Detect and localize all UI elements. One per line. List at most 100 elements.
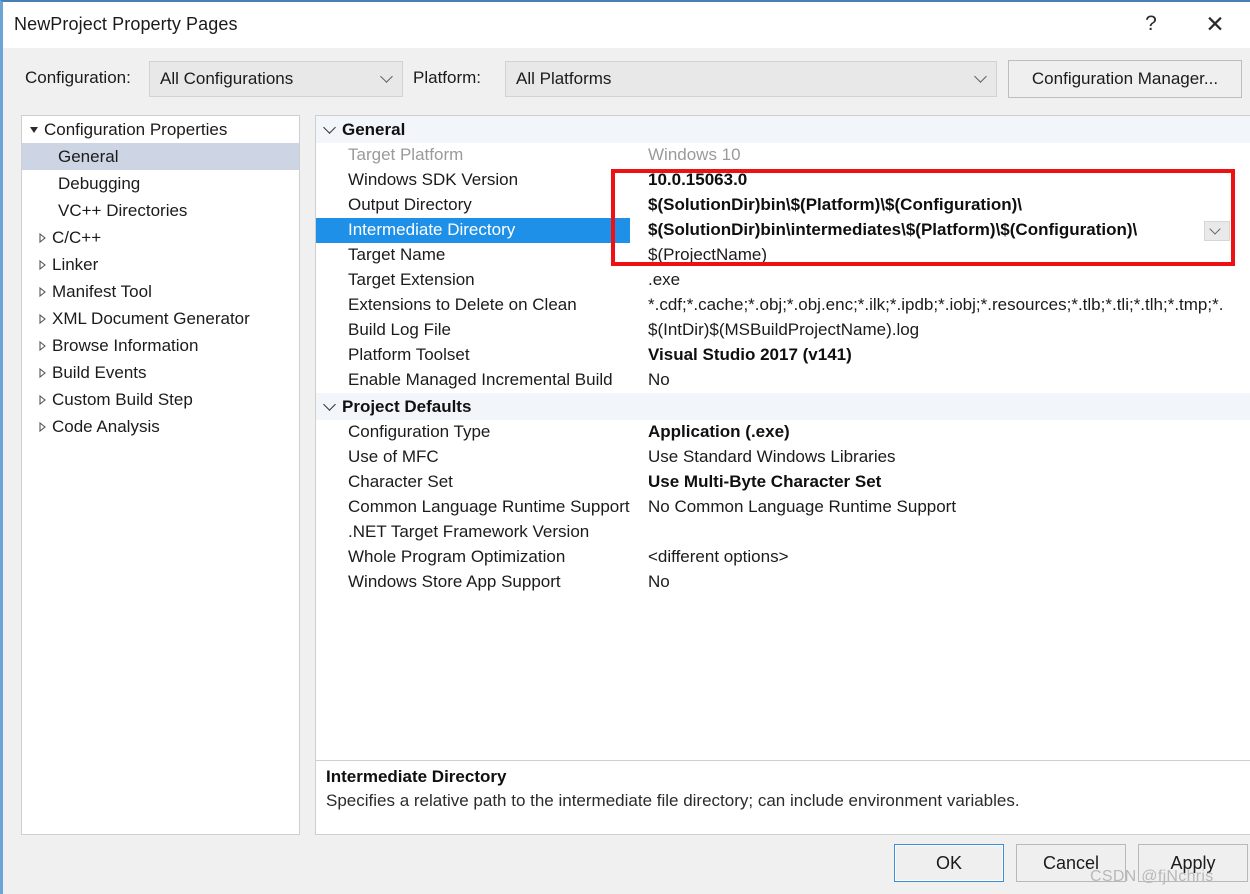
property-description-text: Specifies a relative path to the interme…: [326, 791, 1020, 810]
chevron-right-icon[interactable]: [36, 367, 48, 379]
sidebar-item-debugging[interactable]: Debugging: [22, 170, 299, 197]
property-name: Common Language Runtime Support: [348, 497, 630, 516]
chevron-down-icon[interactable]: [28, 124, 40, 136]
chevron-down-icon[interactable]: [316, 121, 342, 134]
configuration-manager-button[interactable]: Configuration Manager...: [1008, 60, 1242, 98]
sidebar-item-label: Browse Information: [52, 335, 199, 355]
property-name: .NET Target Framework Version: [348, 522, 590, 541]
grid-section-header[interactable]: General: [316, 116, 1250, 143]
sidebar-item-custom-build-step[interactable]: Custom Build Step: [22, 386, 299, 413]
property-name: Windows SDK Version: [348, 170, 519, 189]
sidebar-item-label: VC++ Directories: [58, 200, 188, 220]
configuration-bar: Configuration: All Configurations Platfo…: [3, 48, 1250, 114]
property-row[interactable]: Target Name $(ProjectName): [316, 243, 1250, 268]
property-value[interactable]: $(SolutionDir)bin\$(Platform)\$(Configur…: [648, 195, 1022, 215]
sidebar-item-browse-information[interactable]: Browse Information: [22, 332, 299, 359]
property-grid[interactable]: General Target Platform Windows 10 Windows …: [315, 115, 1250, 760]
property-row[interactable]: Whole Program Optimization <different opt…: [316, 545, 1250, 570]
dialog-footer: OK Cancel Apply: [3, 834, 1250, 894]
sidebar-item-general[interactable]: General: [22, 143, 299, 170]
property-row[interactable]: Enable Managed Incremental Build No: [316, 368, 1250, 393]
property-value[interactable]: $(ProjectName): [648, 245, 767, 265]
sidebar-item-vc-directories[interactable]: VC++ Directories: [22, 197, 299, 224]
sidebar-item-code-analysis[interactable]: Code Analysis: [22, 413, 299, 440]
grid-section-header[interactable]: Project Defaults: [316, 393, 1250, 420]
property-row[interactable]: Common Language Runtime Support No Common…: [316, 495, 1250, 520]
property-name: Enable Managed Incremental Build: [348, 370, 613, 389]
property-name: Build Log File: [348, 320, 452, 339]
sidebar-item-label: Linker: [52, 254, 99, 274]
property-value[interactable]: $(SolutionDir)bin\intermediates\$(Platfo…: [648, 220, 1137, 240]
property-value[interactable]: Application (.exe): [648, 422, 790, 442]
configuration-select[interactable]: All Configurations: [149, 61, 403, 97]
sidebar-item-linker[interactable]: Linker: [22, 251, 299, 278]
chevron-down-icon[interactable]: [316, 398, 342, 411]
chevron-right-icon[interactable]: [36, 286, 48, 298]
sidebar-item-c-c[interactable]: C/C++: [22, 224, 299, 251]
sidebar-item-label: C/C++: [52, 227, 102, 247]
property-row[interactable]: Target Extension .exe: [316, 268, 1250, 293]
property-row[interactable]: Output Directory $(SolutionDir)bin\$(Plat…: [316, 193, 1250, 218]
chevron-right-icon[interactable]: [36, 340, 48, 352]
sidebar-item-manifest-tool[interactable]: Manifest Tool: [22, 278, 299, 305]
sidebar-item-build-events[interactable]: Build Events: [22, 359, 299, 386]
property-row[interactable]: Build Log File $(IntDir)$(MSBuildProjectN…: [316, 318, 1250, 343]
sidebar-item-label: Configuration Properties: [44, 119, 228, 139]
property-value[interactable]: .exe: [648, 270, 680, 290]
property-value[interactable]: No: [648, 572, 670, 592]
dialog-titlebar: NewProject Property Pages ? ✕: [3, 2, 1250, 49]
configuration-properties-tree[interactable]: Configuration Properties General Debugging…: [21, 115, 300, 835]
property-row[interactable]: Windows SDK Version 10.0.15063.0: [316, 168, 1250, 193]
property-row[interactable]: Platform Toolset Visual Studio 2017 (v141…: [316, 343, 1250, 368]
chevron-right-icon[interactable]: [36, 394, 48, 406]
property-row[interactable]: Character Set Use Multi-Byte Character Se…: [316, 470, 1250, 495]
property-value[interactable]: No Common Language Runtime Support: [648, 497, 956, 517]
platform-label: Platform:: [413, 68, 482, 87]
property-row[interactable]: Configuration Type Application (.exe): [316, 420, 1250, 445]
sidebar-item-label: Build Events: [52, 362, 147, 382]
property-value-dropdown-button[interactable]: [1204, 221, 1230, 241]
chevron-right-icon[interactable]: [36, 232, 48, 244]
property-value[interactable]: $(IntDir)$(MSBuildProjectName).log: [648, 320, 919, 340]
property-value[interactable]: Use Standard Windows Libraries: [648, 447, 896, 467]
help-icon[interactable]: ?: [1128, 2, 1174, 46]
property-value[interactable]: Windows 10: [648, 145, 741, 165]
sidebar-item-xml-document-generator[interactable]: XML Document Generator: [22, 305, 299, 332]
property-description-title: Intermediate Directory: [326, 767, 507, 786]
apply-button[interactable]: Apply: [1138, 844, 1248, 882]
platform-select[interactable]: All Platforms: [505, 61, 997, 97]
dialog-title: NewProject Property Pages: [14, 14, 238, 34]
property-name: Platform Toolset: [348, 345, 470, 364]
property-row[interactable]: Windows Store App Support No: [316, 570, 1250, 595]
chevron-down-icon: [382, 72, 393, 83]
chevron-down-icon: [976, 72, 987, 83]
property-value[interactable]: No: [648, 370, 670, 390]
property-value[interactable]: Visual Studio 2017 (v141): [648, 345, 852, 365]
property-name: Whole Program Optimization: [348, 547, 566, 566]
property-name: Use of MFC: [348, 447, 439, 466]
property-row[interactable]: Use of MFC Use Standard Windows Libraries: [316, 445, 1250, 470]
ok-button[interactable]: OK: [894, 844, 1004, 882]
property-name: Configuration Type: [348, 422, 491, 441]
close-icon[interactable]: ✕: [1192, 2, 1238, 46]
configuration-select-value: All Configurations: [160, 69, 294, 88]
property-row[interactable]: Target Platform Windows 10: [316, 143, 1250, 168]
property-value[interactable]: <different options>: [648, 547, 789, 567]
chevron-right-icon[interactable]: [36, 259, 48, 271]
sidebar-item-label: Manifest Tool: [52, 281, 152, 301]
property-row[interactable]: Intermediate Directory $(SolutionDir)bin\…: [316, 218, 1250, 243]
property-row[interactable]: Extensions to Delete on Clean *.cdf;*.cac…: [316, 293, 1250, 318]
chevron-right-icon[interactable]: [36, 313, 48, 325]
property-value[interactable]: 10.0.15063.0: [648, 170, 747, 190]
cancel-button[interactable]: Cancel: [1016, 844, 1126, 882]
property-value[interactable]: Use Multi-Byte Character Set: [648, 472, 881, 492]
sidebar-item-configuration-properties[interactable]: Configuration Properties: [22, 116, 299, 143]
chevron-right-icon[interactable]: [36, 421, 48, 433]
sidebar-item-label: XML Document Generator: [52, 308, 250, 328]
property-row[interactable]: .NET Target Framework Version: [316, 520, 1250, 545]
property-name: Target Name: [348, 245, 446, 264]
chevron-down-icon: [1211, 225, 1222, 236]
property-pages-dialog: NewProject Property Pages ? ✕ Configurat…: [0, 0, 1250, 894]
sidebar-item-label: General: [58, 146, 119, 166]
property-value[interactable]: *.cdf;*.cache;*.obj;*.obj.enc;*.ilk;*.ip…: [648, 295, 1223, 315]
